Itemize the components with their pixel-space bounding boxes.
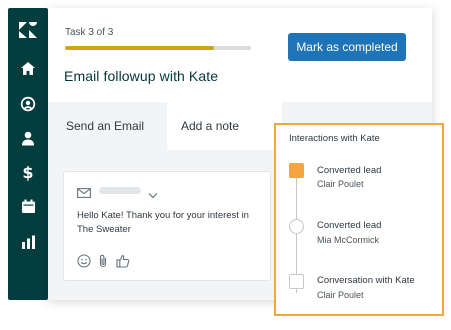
interaction-label[interactable]: Conversation with Kate [317, 275, 415, 286]
support-icon[interactable] [8, 92, 48, 116]
emoji-icon[interactable] [77, 254, 91, 273]
user-icon[interactable] [8, 126, 48, 150]
interaction-person: Clair Poulet [317, 179, 364, 189]
timeline-marker-square [289, 274, 304, 289]
tab-add-a-note[interactable]: Add a note [167, 102, 282, 150]
recipient-placeholder [99, 187, 141, 194]
tab-send-an-email[interactable]: Send an Email [66, 102, 144, 150]
calendar-icon[interactable] [8, 194, 48, 218]
bar-chart-icon[interactable] [8, 230, 48, 254]
home-icon[interactable] [8, 56, 48, 80]
task-title: Email followup with Kate [64, 68, 219, 84]
email-composer: Hello Kate! Thank you for your interest … [63, 171, 271, 281]
task-progress-fill [65, 46, 214, 50]
timeline-marker-filled [289, 163, 304, 178]
mark-as-completed-button[interactable]: Mark as completed [288, 33, 406, 61]
task-progress-bar [65, 46, 251, 50]
interaction-label[interactable]: Converted lead [317, 220, 381, 231]
sidebar: $ [8, 8, 48, 300]
email-body[interactable]: Hello Kate! Thank you for your interest … [77, 209, 265, 237]
paperclip-icon[interactable] [98, 254, 108, 273]
interactions-panel: Interactions with Kate Converted lead Cl… [274, 123, 444, 316]
interaction-person: Clair Poulet [317, 290, 364, 300]
svg-text:$: $ [22, 163, 33, 181]
interaction-label[interactable]: Converted lead [317, 165, 381, 176]
mail-icon [77, 185, 91, 203]
timeline-marker-circle [289, 219, 304, 234]
thumbs-up-icon[interactable] [116, 254, 130, 273]
task-counter: Task 3 of 3 [65, 27, 114, 38]
zendesk-logo-icon[interactable] [8, 18, 48, 42]
interactions-title: Interactions with Kate [289, 133, 380, 144]
dollar-icon[interactable]: $ [8, 160, 48, 184]
chevron-down-icon[interactable] [148, 186, 158, 204]
interaction-person: Mia McCormick [317, 235, 379, 245]
